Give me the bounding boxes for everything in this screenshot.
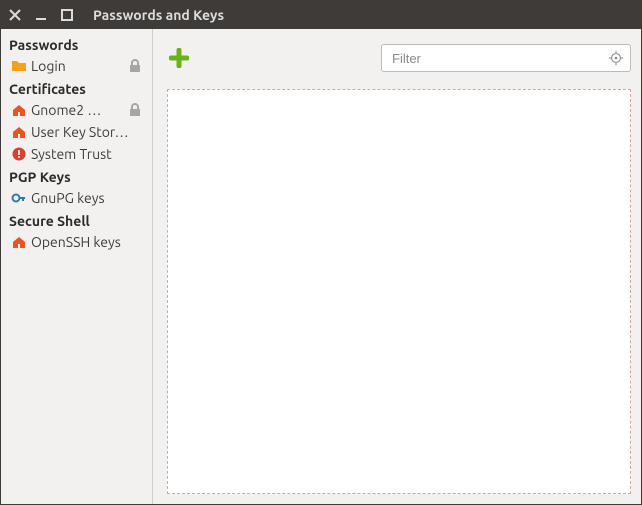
sidebar-item-login[interactable]: Login — [1, 55, 152, 77]
content-area — [167, 89, 631, 494]
window-body: Passwords Login Certificates Gnome2 … Us… — [1, 29, 641, 504]
sidebar-item-label: GnuPG keys — [31, 190, 144, 206]
filter-input[interactable] — [390, 50, 606, 67]
app-window: Passwords and Keys Passwords Login Certi… — [0, 0, 642, 505]
sidebar-item-gnupg[interactable]: GnuPG keys — [1, 187, 152, 209]
section-header-pgp: PGP Keys — [1, 165, 152, 187]
window-minimize-button[interactable] — [35, 9, 47, 21]
sidebar-item-user-key-store[interactable]: User Key Stor… — [1, 121, 152, 143]
toolbar — [153, 29, 641, 79]
error-icon — [11, 146, 27, 162]
maximize-icon — [59, 7, 75, 23]
sidebar-item-openssh[interactable]: OpenSSH keys — [1, 231, 152, 253]
sidebar-item-label: User Key Stor… — [31, 124, 144, 140]
lock-icon — [127, 102, 143, 118]
sidebar-item-gnome2[interactable]: Gnome2 … — [1, 99, 152, 121]
sidebar-item-label: System Trust — [31, 146, 144, 162]
plus-icon — [169, 48, 189, 68]
titlebar: Passwords and Keys — [1, 1, 641, 29]
main-panel — [153, 29, 641, 504]
home-icon — [11, 234, 27, 250]
window-close-button[interactable] — [9, 9, 21, 21]
section-header-passwords: Passwords — [1, 33, 152, 55]
filter-field[interactable] — [381, 44, 631, 72]
section-header-certificates: Certificates — [1, 77, 152, 99]
key-icon — [11, 190, 27, 206]
home-icon — [11, 124, 27, 140]
close-icon — [7, 7, 23, 23]
add-button[interactable] — [167, 46, 191, 70]
section-header-ssh: Secure Shell — [1, 209, 152, 231]
minimize-icon — [33, 7, 49, 23]
lock-icon — [127, 58, 143, 74]
sidebar-item-label: Login — [31, 58, 122, 74]
sidebar-item-label: Gnome2 … — [31, 102, 122, 118]
sidebar-item-system-trust[interactable]: System Trust — [1, 143, 152, 165]
locate-icon[interactable] — [606, 48, 626, 68]
home-icon — [11, 102, 27, 118]
window-maximize-button[interactable] — [61, 9, 73, 21]
sidebar: Passwords Login Certificates Gnome2 … Us… — [1, 29, 153, 504]
folder-icon — [11, 58, 27, 74]
sidebar-item-label: OpenSSH keys — [31, 234, 144, 250]
window-title: Passwords and Keys — [93, 7, 224, 23]
